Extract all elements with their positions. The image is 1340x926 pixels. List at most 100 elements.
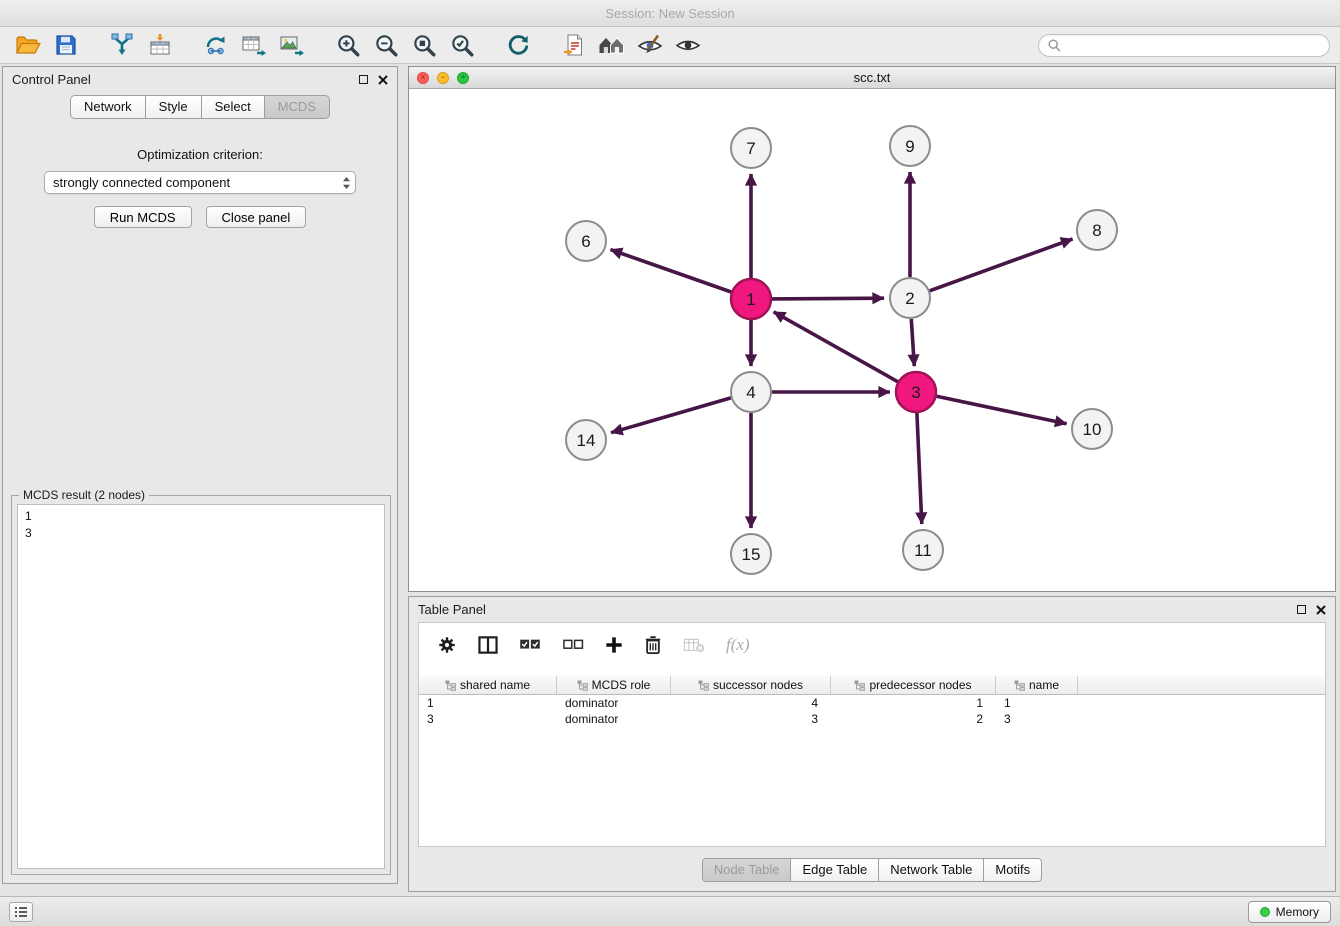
node-11[interactable]: 11 xyxy=(903,530,943,570)
column-header-successor-nodes[interactable]: successor nodes xyxy=(671,676,831,695)
tab-node-table[interactable]: Node Table xyxy=(702,858,792,882)
table-cell: 2 xyxy=(831,711,996,727)
node-1[interactable]: 1 xyxy=(731,279,771,319)
table-header-row: shared name MCDS role successor nodes pr… xyxy=(419,676,1325,695)
show-hide-graphics-button[interactable] xyxy=(670,30,706,60)
tab-style[interactable]: Style xyxy=(145,95,202,119)
node-8[interactable]: 8 xyxy=(1077,210,1117,250)
node-4[interactable]: 4 xyxy=(731,372,771,412)
task-history-button[interactable] xyxy=(9,902,33,922)
zoom-out-button[interactable] xyxy=(368,30,404,60)
mcds-result-item[interactable]: 3 xyxy=(25,525,377,542)
export-table-button[interactable] xyxy=(236,30,272,60)
edge-1-2[interactable] xyxy=(772,298,884,299)
import-network-icon xyxy=(109,33,135,57)
column-header-shared-name[interactable]: shared name xyxy=(419,676,557,695)
close-panel-icon[interactable] xyxy=(378,75,388,85)
column-header-predecessor-nodes[interactable]: predecessor nodes xyxy=(831,676,996,695)
zoom-in-button[interactable] xyxy=(330,30,366,60)
export-image-button[interactable] xyxy=(274,30,310,60)
edge-3-1[interactable] xyxy=(774,312,898,382)
refresh-view-button[interactable] xyxy=(500,30,536,60)
maximize-window-button[interactable]: + xyxy=(457,72,469,84)
mcds-result-title: MCDS result (2 nodes) xyxy=(19,488,149,502)
columns-icon xyxy=(478,636,498,654)
create-column-button[interactable] xyxy=(605,636,623,654)
zoom-in-icon xyxy=(335,32,361,58)
node-10[interactable]: 10 xyxy=(1072,409,1112,449)
edge-4-14[interactable] xyxy=(611,398,731,433)
memory-button[interactable]: Memory xyxy=(1248,901,1331,923)
table-panel-title: Table Panel xyxy=(418,602,486,617)
table-row[interactable]: 1dominator411 xyxy=(419,695,1325,711)
houses-icon xyxy=(598,33,626,57)
mcds-result-list[interactable]: 13 xyxy=(17,504,385,869)
eye-brush-icon xyxy=(637,33,663,57)
tab-mcds[interactable]: MCDS xyxy=(264,95,330,119)
save-session-button[interactable] xyxy=(48,30,84,60)
tab-edge-table[interactable]: Edge Table xyxy=(790,858,879,882)
column-header-label: successor nodes xyxy=(713,678,803,692)
close-panel-button[interactable]: Close panel xyxy=(206,206,307,228)
network-overview-button[interactable] xyxy=(594,30,630,60)
table-cell: 3 xyxy=(419,711,557,727)
edge-2-8[interactable] xyxy=(930,239,1073,291)
edge-1-6[interactable] xyxy=(611,250,732,292)
function-builder-button[interactable]: f(x) xyxy=(726,635,750,655)
node-label: 8 xyxy=(1092,221,1101,240)
node-9[interactable]: 9 xyxy=(890,126,930,166)
node-6[interactable]: 6 xyxy=(566,221,606,261)
run-mcds-button[interactable]: Run MCDS xyxy=(94,206,192,228)
tab-motifs[interactable]: Motifs xyxy=(983,858,1042,882)
unchecked-boxes-icon xyxy=(562,637,584,653)
mcds-result-item[interactable]: 1 xyxy=(25,508,377,525)
minimize-window-button[interactable]: − xyxy=(437,72,449,84)
tab-network-table[interactable]: Network Table xyxy=(878,858,984,882)
save-floppy-icon xyxy=(55,34,77,56)
node-14[interactable]: 14 xyxy=(566,420,606,460)
node-7[interactable]: 7 xyxy=(731,128,771,168)
network-window-title: scc.txt xyxy=(409,70,1335,85)
column-header-name[interactable]: name xyxy=(996,676,1078,695)
zoom-selected-icon xyxy=(449,32,475,58)
node-label: 3 xyxy=(911,383,920,402)
open-session-button[interactable] xyxy=(10,30,46,60)
import-network-button[interactable] xyxy=(104,30,140,60)
table-row[interactable]: 3dominator323 xyxy=(419,711,1325,727)
network-window-titlebar[interactable]: scc.txt × − + xyxy=(409,67,1335,89)
node-15[interactable]: 15 xyxy=(731,534,771,574)
show-columns-button[interactable] xyxy=(478,636,498,654)
table-panel-header: Table Panel xyxy=(409,597,1335,622)
edge-2-3[interactable] xyxy=(911,319,914,366)
criterion-dropdown[interactable]: strongly connected component xyxy=(44,171,356,194)
delete-column-button[interactable] xyxy=(644,635,662,655)
search-box[interactable] xyxy=(1038,34,1330,57)
deselect-all-rows-button[interactable] xyxy=(562,637,584,653)
edge-3-10[interactable] xyxy=(937,396,1067,423)
graphics-details-button[interactable] xyxy=(632,30,668,60)
search-input[interactable] xyxy=(1066,38,1320,52)
apply-layout-button[interactable] xyxy=(556,30,592,60)
float-panel-icon[interactable] xyxy=(359,75,368,84)
export-table-icon xyxy=(241,33,267,57)
network-canvas[interactable]: 7 9 6 8 1 2 4 3 14 10 15 11 xyxy=(409,89,1335,591)
node-3[interactable]: 3 xyxy=(896,372,936,412)
close-window-button[interactable]: × xyxy=(417,72,429,84)
new-network-button[interactable] xyxy=(198,30,234,60)
delete-table-button[interactable] xyxy=(683,637,705,653)
criterion-dropdown-value: strongly connected component xyxy=(53,175,230,190)
tab-select[interactable]: Select xyxy=(201,95,265,119)
node-2[interactable]: 2 xyxy=(890,278,930,318)
zoom-fit-button[interactable] xyxy=(406,30,442,60)
zoom-selected-button[interactable] xyxy=(444,30,480,60)
table-settings-button[interactable] xyxy=(437,635,457,655)
close-table-panel-icon[interactable] xyxy=(1316,605,1326,615)
checked-boxes-icon xyxy=(519,637,541,653)
column-header-MCDS-role[interactable]: MCDS role xyxy=(557,676,671,695)
edge-3-11[interactable] xyxy=(917,413,922,524)
import-table-button[interactable] xyxy=(142,30,178,60)
float-table-panel-icon[interactable] xyxy=(1297,605,1306,614)
select-all-rows-button[interactable] xyxy=(519,637,541,653)
table-panel: Table Panel xyxy=(408,596,1336,892)
tab-network[interactable]: Network xyxy=(70,95,146,119)
